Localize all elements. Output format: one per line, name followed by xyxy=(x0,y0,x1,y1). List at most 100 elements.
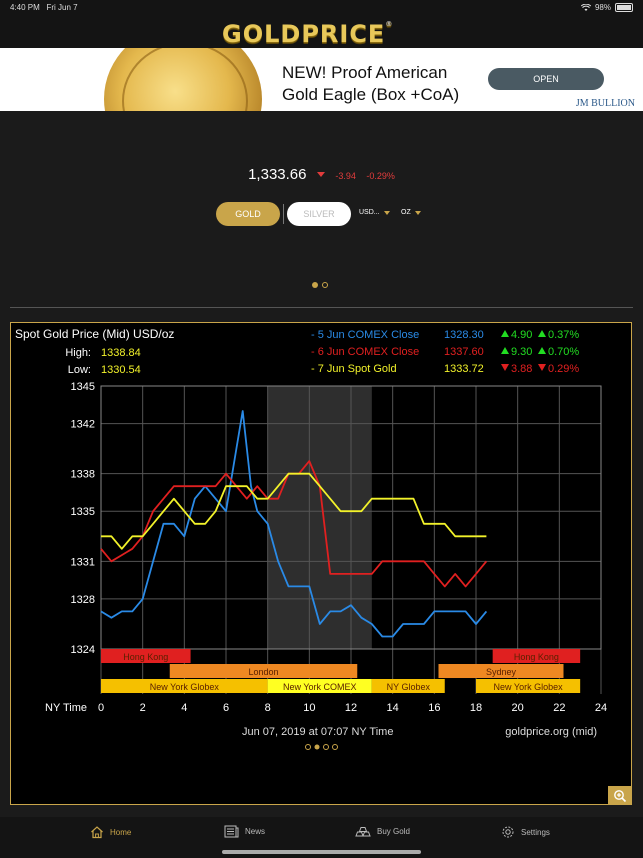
chart-svg: Spot Gold Price (Mid) USD/oz High: 1338.… xyxy=(15,327,608,750)
comex-hours-shade xyxy=(267,386,372,649)
chart-source: goldprice.org (mid) xyxy=(505,726,597,738)
legend-change-arrow-icon xyxy=(501,347,509,354)
tab-buy-gold[interactable]: Buy Gold xyxy=(355,825,410,837)
y-tick-label: 1342 xyxy=(71,419,95,431)
chart-page-dot[interactable] xyxy=(323,744,329,750)
y-tick-label: 1338 xyxy=(71,469,95,481)
x-tick-label: 6 xyxy=(223,702,229,714)
home-icon xyxy=(91,826,103,839)
legend-series-percent: 0.29% xyxy=(548,363,579,375)
ad-banner[interactable]: NEW! Proof American Gold Eagle (Box +CoA… xyxy=(0,48,643,111)
chevron-down-icon xyxy=(414,210,421,215)
tab-settings-label: Settings xyxy=(521,827,550,837)
news-icon xyxy=(224,825,239,838)
x-tick-label: 20 xyxy=(512,702,524,714)
legend-pct-arrow-icon xyxy=(538,330,546,337)
zoom-in-icon xyxy=(614,789,627,802)
chart-page-dot[interactable] xyxy=(332,744,338,750)
silver-toggle-button[interactable]: SILVER xyxy=(287,202,351,226)
legend-series-name: - 7 Jun Spot Gold xyxy=(311,363,397,375)
battery-percent: 98% xyxy=(594,3,611,12)
legend-pct-arrow-icon xyxy=(538,364,546,371)
home-indicator xyxy=(222,850,421,854)
gear-icon xyxy=(502,826,514,838)
y-tick-label: 1331 xyxy=(71,556,95,568)
low-value: 1330.54 xyxy=(101,364,141,376)
high-label: High: xyxy=(65,347,91,359)
price-summary: 1,333.66 -3.94 -0.29% xyxy=(0,166,643,184)
y-tick-label: 1328 xyxy=(71,594,95,606)
x-tick-label: 10 xyxy=(303,702,315,714)
legend-change-arrow-icon xyxy=(501,330,509,337)
gold-eagle-coin-image xyxy=(104,48,262,111)
unit-value: OZ xyxy=(401,209,411,216)
legend-series-percent: 0.37% xyxy=(548,329,579,341)
app-header: GOLDPRICE® xyxy=(0,16,643,48)
price-change-percent: -0.29% xyxy=(366,171,395,181)
page-indicator[interactable] xyxy=(312,282,328,288)
tab-settings[interactable]: Settings xyxy=(501,825,550,839)
currency-dropdown[interactable]: USD... xyxy=(359,209,390,216)
session-label: New York Globex xyxy=(150,682,220,692)
currency-value: USD... xyxy=(359,209,380,216)
tab-home[interactable]: Home xyxy=(90,825,131,839)
status-right: 98% xyxy=(580,3,633,12)
session-label: Hong Kong xyxy=(123,652,168,662)
low-label: Low: xyxy=(68,364,91,376)
legend-series-change: 3.88 xyxy=(511,363,532,375)
x-tick-label: 2 xyxy=(140,702,146,714)
chart-page-dot[interactable] xyxy=(305,744,311,750)
session-label: NY Globex xyxy=(387,682,431,692)
x-tick-label: 24 xyxy=(595,702,607,714)
session-label: New York Globex xyxy=(494,682,564,692)
app-logo: GOLDPRICE® xyxy=(222,20,394,48)
y-tick-label: 1345 xyxy=(71,381,95,393)
tab-buy-gold-label: Buy Gold xyxy=(377,826,410,836)
x-tick-label: 8 xyxy=(265,702,271,714)
session-label: London xyxy=(248,667,278,677)
legend-series-name: - 5 Jun COMEX Close xyxy=(311,329,419,341)
session-label: Sydney xyxy=(486,667,517,677)
page-dot[interactable] xyxy=(322,282,328,288)
tab-news[interactable]: News xyxy=(224,825,265,838)
legend-pct-arrow-icon xyxy=(538,347,546,354)
x-tick-label: 22 xyxy=(553,702,565,714)
legend-series-value: 1328.30 xyxy=(444,329,484,341)
chart-page-dot-active[interactable] xyxy=(314,744,320,750)
gold-toggle-button[interactable]: GOLD xyxy=(216,202,280,226)
ad-headline-line2: Gold Eagle (Box +CoA) xyxy=(282,85,460,104)
legend-series-value: 1333.72 xyxy=(444,363,484,375)
x-tick-label: 12 xyxy=(345,702,357,714)
chart-page-indicator[interactable] xyxy=(305,744,338,750)
unit-dropdown[interactable]: OZ xyxy=(401,209,421,216)
y-tick-label: 1335 xyxy=(71,506,95,518)
current-price: 1,333.66 xyxy=(248,166,307,183)
legend-series-percent: 0.70% xyxy=(548,346,579,358)
tab-news-label: News xyxy=(245,827,266,836)
page-dot-active[interactable] xyxy=(312,282,318,288)
chart-timestamp: Jun 07, 2019 at 07:07 NY Time xyxy=(242,726,393,738)
zoom-button[interactable] xyxy=(608,786,632,805)
gold-price-chart[interactable]: Spot Gold Price (Mid) USD/oz High: 1338.… xyxy=(10,322,632,805)
price-change: -3.94 xyxy=(335,171,356,181)
legend-change-arrow-icon xyxy=(501,364,509,371)
ad-headline: NEW! Proof American Gold Eagle (Box +CoA… xyxy=(282,62,459,106)
legend-series-value: 1337.60 xyxy=(444,346,484,358)
x-tick-label: 4 xyxy=(181,702,187,714)
chart-legend: - 5 Jun COMEX Close 1328.30 4.90 0.37% - 6 J… xyxy=(311,329,579,375)
wifi-icon xyxy=(580,3,591,11)
session-label: New York COMEX xyxy=(283,682,357,692)
tab-home-label: Home xyxy=(110,827,132,837)
chart-title: Spot Gold Price (Mid) USD/oz xyxy=(15,327,174,341)
ad-brand-logo: JM BULLION xyxy=(575,98,635,109)
ad-headline-line1: NEW! Proof American xyxy=(282,63,448,82)
legend-series-name: - 6 Jun COMEX Close xyxy=(311,346,419,358)
x-tick-label: 18 xyxy=(470,702,482,714)
status-time: 4:40 PM Fri Jun 7 xyxy=(10,3,78,12)
ad-open-button[interactable]: OPEN xyxy=(488,68,604,90)
legend-series-change: 9.30 xyxy=(511,346,532,358)
status-bar: 4:40 PM Fri Jun 7 98% xyxy=(0,0,643,16)
toggle-divider xyxy=(283,204,284,224)
chart-plot: 13241328133113351338134213450 2 4 6 8 10 12 14 1… xyxy=(71,381,608,714)
x-tick-label: 14 xyxy=(387,702,399,714)
